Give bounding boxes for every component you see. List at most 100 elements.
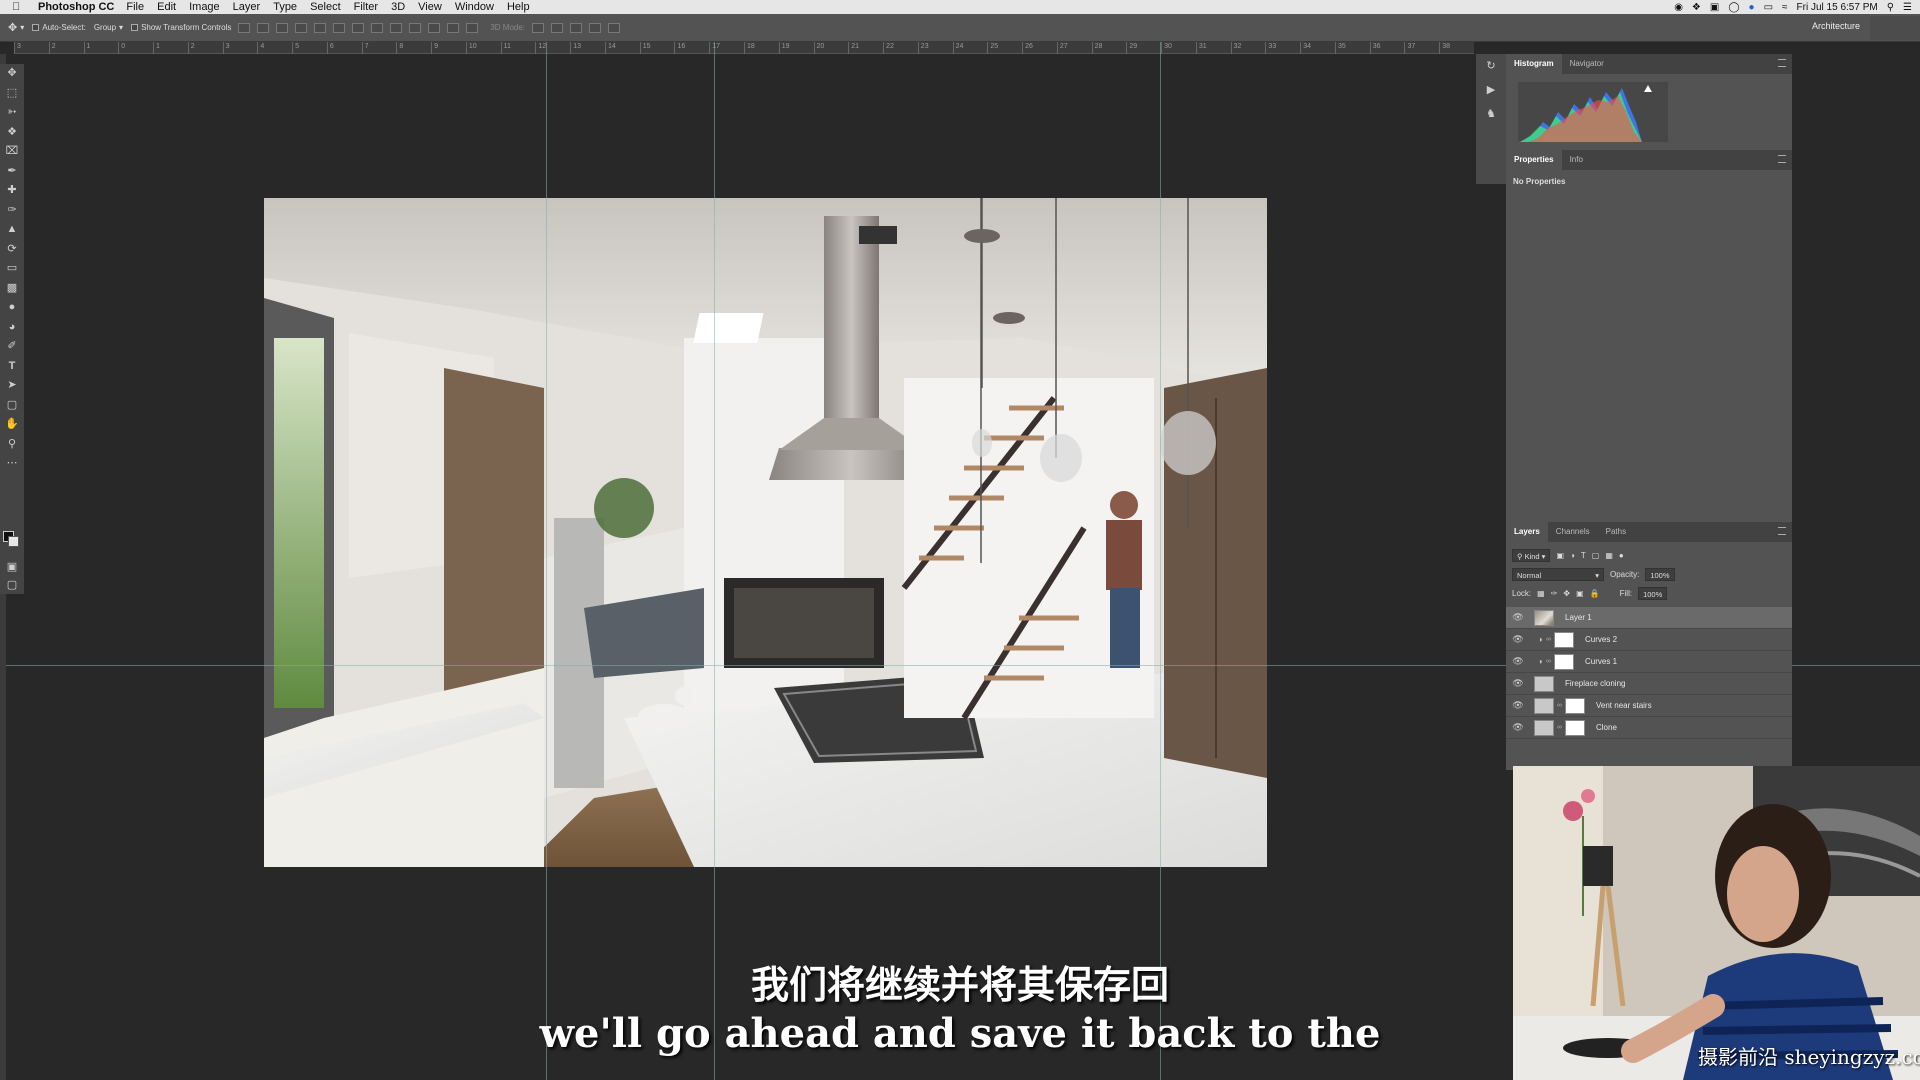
- tab-histogram[interactable]: Histogram: [1506, 54, 1562, 74]
- layer-row-curves-2[interactable]: 👁 ◑ ∞ Curves 2: [1506, 629, 1792, 651]
- lock-transparent-icon[interactable]: ▦: [1537, 589, 1545, 598]
- menu-view[interactable]: View: [418, 1, 442, 13]
- distribute-right-icon[interactable]: [447, 22, 460, 33]
- layer-filter-kind[interactable]: ⚲ Kind ▾: [1512, 549, 1551, 562]
- fill-input[interactable]: 100%: [1638, 587, 1668, 600]
- panel-menu-icon[interactable]: [1778, 155, 1786, 163]
- 3d-scale-icon[interactable]: [608, 22, 621, 33]
- filter-toggle-icon[interactable]: ●: [1619, 551, 1624, 560]
- blur-icon[interactable]: ●: [0, 298, 24, 318]
- align-right-icon[interactable]: [333, 22, 346, 33]
- show-transform-checkbox[interactable]: Show Transform Controls: [131, 23, 231, 32]
- tab-layers[interactable]: Layers: [1506, 522, 1548, 542]
- document-canvas[interactable]: [264, 198, 1267, 867]
- eye-icon[interactable]: 👁: [1510, 656, 1526, 667]
- auto-align-icon[interactable]: [466, 22, 479, 33]
- link-icon[interactable]: ∞: [1546, 636, 1554, 643]
- guide-horizontal[interactable]: [6, 665, 1506, 666]
- menu-window[interactable]: Window: [455, 1, 494, 13]
- path-select-icon[interactable]: ➤: [0, 376, 24, 396]
- dodge-icon[interactable]: ◕: [0, 318, 24, 338]
- layer-row-curves-1[interactable]: 👁 ◑ ∞ Curves 1: [1506, 651, 1792, 673]
- apple-icon[interactable]: : [12, 1, 30, 13]
- app-name[interactable]: Photoshop CC: [38, 1, 114, 13]
- tab-info[interactable]: Info: [1562, 150, 1591, 170]
- quick-mask-icon[interactable]: ▣: [0, 558, 24, 578]
- actions-play-icon[interactable]: ▶: [1476, 78, 1506, 102]
- opacity-input[interactable]: 100%: [1645, 568, 1675, 581]
- layer-row-fireplace-cloning[interactable]: 👁 Fireplace cloning: [1506, 673, 1792, 695]
- brush-icon[interactable]: ✑: [0, 201, 24, 221]
- workspace-switcher[interactable]: Architecture: [1812, 21, 1860, 31]
- auto-select-dropdown[interactable]: Group ▾: [94, 23, 123, 32]
- marquee-icon[interactable]: ⬚: [0, 84, 24, 104]
- guide-vertical[interactable]: [1160, 42, 1161, 1080]
- eye-icon[interactable]: 👁: [1510, 678, 1526, 689]
- 3d-rotate-icon[interactable]: [532, 22, 545, 33]
- tab-navigator[interactable]: Navigator: [1562, 54, 1612, 74]
- 3d-slide-icon[interactable]: [589, 22, 602, 33]
- wifi-icon[interactable]: ≈: [1782, 2, 1788, 13]
- user-icon[interactable]: ●: [1749, 2, 1755, 13]
- link-icon[interactable]: ∞: [1557, 702, 1565, 709]
- align-top-icon[interactable]: [238, 22, 251, 33]
- guide-vertical[interactable]: [714, 42, 715, 1080]
- clock[interactable]: Fri Jul 15 6:57 PM: [1797, 2, 1878, 13]
- dropbox-icon[interactable]: ❖: [1692, 2, 1701, 13]
- filter-adjustment-icon[interactable]: ◑: [1570, 551, 1575, 560]
- eye-icon[interactable]: 👁: [1510, 612, 1526, 623]
- 3d-pan-icon[interactable]: [570, 22, 583, 33]
- lock-all-icon[interactable]: 🔒: [1590, 589, 1600, 598]
- eyedropper-icon[interactable]: ✒: [0, 162, 24, 182]
- layer-row-vent-near-stairs[interactable]: 👁 ∞ Vent near stairs: [1506, 695, 1792, 717]
- layer-row-clone[interactable]: 👁 ∞ Clone: [1506, 717, 1792, 739]
- filter-type-icon[interactable]: T: [1581, 551, 1586, 560]
- hand-icon[interactable]: ✋: [0, 415, 24, 435]
- distribute-middle-icon[interactable]: [371, 22, 384, 33]
- menu-layer[interactable]: Layer: [233, 1, 261, 13]
- link-icon[interactable]: ∞: [1546, 658, 1554, 665]
- menu-file[interactable]: File: [126, 1, 144, 13]
- eye-icon[interactable]: 👁: [1510, 700, 1526, 711]
- blend-mode-dropdown[interactable]: Normal ▾: [1512, 568, 1604, 581]
- notification-icon[interactable]: ☰: [1903, 2, 1912, 13]
- screen-mode-icon[interactable]: ▢: [0, 576, 24, 596]
- stamp-icon[interactable]: ▲: [0, 220, 24, 240]
- display-icon[interactable]: ▭: [1764, 2, 1773, 13]
- menu-type[interactable]: Type: [273, 1, 297, 13]
- shape-icon[interactable]: ▢: [0, 396, 24, 416]
- background-color[interactable]: [8, 536, 19, 547]
- align-bottom-icon[interactable]: [276, 22, 289, 33]
- layer-row-layer-1[interactable]: 👁 Layer 1: [1506, 607, 1792, 629]
- lasso-icon[interactable]: ➳: [0, 103, 24, 123]
- ruler-horizontal[interactable]: 3 2 1 0 1 2 3 4 5 6 7 8 9 10 11 12 13 14 15 16 17 18 19 20 21 22 2…: [14, 42, 1474, 54]
- eraser-icon[interactable]: ▭: [0, 259, 24, 279]
- clone-source-icon[interactable]: ♞: [1476, 102, 1506, 126]
- panel-menu-icon[interactable]: [1778, 527, 1786, 535]
- auto-select-checkbox[interactable]: Auto-Select:: [32, 23, 86, 32]
- menu-edit[interactable]: Edit: [157, 1, 176, 13]
- distribute-center-icon[interactable]: [428, 22, 441, 33]
- move-icon[interactable]: ✥: [0, 64, 24, 84]
- guide-horizontal[interactable]: [1792, 665, 1920, 666]
- move-tool-preset[interactable]: ✥ ▾: [8, 21, 24, 34]
- distribute-top-icon[interactable]: [352, 22, 365, 33]
- eye-icon[interactable]: 👁: [1510, 722, 1526, 733]
- history-brush-icon[interactable]: ⟳: [0, 240, 24, 260]
- align-center-icon[interactable]: [314, 22, 327, 33]
- menu-select[interactable]: Select: [310, 1, 341, 13]
- 3d-roll-icon[interactable]: [551, 22, 564, 33]
- lock-image-icon[interactable]: ✑: [1551, 589, 1558, 598]
- distribute-bottom-icon[interactable]: [390, 22, 403, 33]
- crop-icon[interactable]: ⌧: [0, 142, 24, 162]
- type-icon[interactable]: T: [0, 357, 24, 377]
- healing-icon[interactable]: ✚: [0, 181, 24, 201]
- guide-vertical[interactable]: [546, 42, 547, 1080]
- panel-menu-icon[interactable]: [1778, 59, 1786, 67]
- tab-properties[interactable]: Properties: [1506, 150, 1562, 170]
- filter-pixel-icon[interactable]: ▣: [1556, 551, 1564, 560]
- screen-icon[interactable]: ▣: [1710, 2, 1719, 13]
- distribute-left-icon[interactable]: [409, 22, 422, 33]
- menu-3d[interactable]: 3D: [391, 1, 405, 13]
- gradient-icon[interactable]: ▩: [0, 279, 24, 299]
